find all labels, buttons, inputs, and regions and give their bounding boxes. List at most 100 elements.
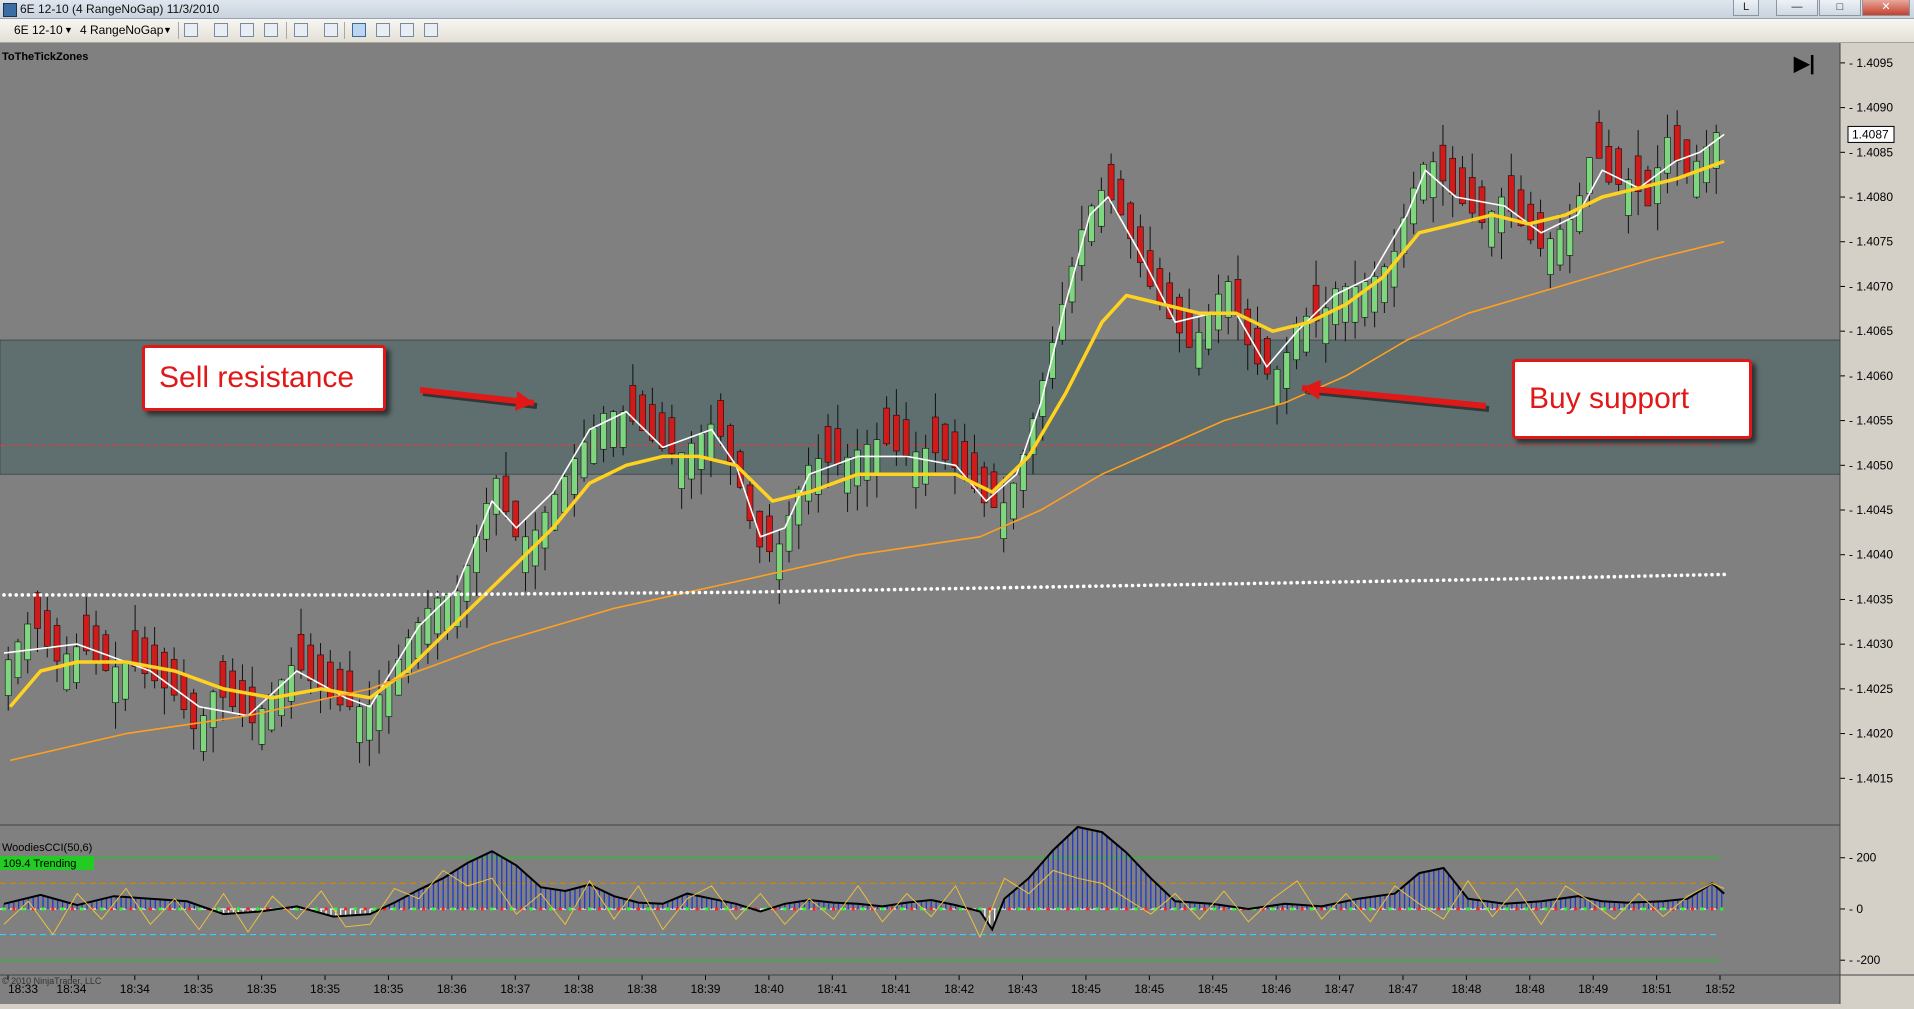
instrument-selector[interactable]: 6E 12-10 [14, 22, 63, 38]
candle-up [122, 663, 129, 700]
candle-down [932, 416, 939, 454]
cci-zero-marker [1017, 907, 1021, 911]
long-ma-dot [648, 591, 653, 595]
cci-zero-marker [734, 907, 738, 911]
long-ma-dot [1417, 578, 1421, 583]
long-ma-dot [331, 593, 336, 597]
cci-zero-marker [226, 907, 230, 911]
long-ma-dot [575, 591, 580, 596]
cci-zero-marker [1202, 907, 1206, 911]
minimize-button[interactable]: — [1776, 0, 1818, 16]
candle-up [1205, 312, 1212, 350]
cci-zero-marker [490, 907, 494, 911]
long-ma-dot [679, 590, 683, 595]
long-ma-dot [972, 586, 976, 591]
playback-icon[interactable]: ▶| [1793, 53, 1815, 75]
properties-icon[interactable] [424, 23, 438, 37]
long-ma-dot [179, 593, 183, 597]
long-ma-dot [1411, 578, 1415, 583]
candle-up [1010, 482, 1017, 520]
time-tick-label: 18:46 [1261, 982, 1291, 996]
candle-up [73, 646, 80, 683]
cci-zero-marker [832, 907, 836, 911]
candle-up [4, 659, 12, 696]
long-ma-dot [404, 592, 409, 597]
drawing-tools-icon[interactable] [214, 23, 228, 37]
long-ma-dot [892, 587, 897, 592]
candle-down [746, 484, 754, 522]
candle-up [1351, 286, 1359, 323]
long-ma-dot [1081, 584, 1086, 589]
long-ma-dot [81, 593, 86, 597]
long-ma-dot [1020, 585, 1025, 590]
price-tick-label: - 1.4085 [1849, 145, 1893, 159]
strategies-icon[interactable] [400, 23, 414, 37]
price-tick-label: - 1.4080 [1849, 190, 1893, 204]
long-ma-dot [685, 590, 689, 595]
data-box-icon[interactable] [352, 23, 366, 37]
chart-canvas[interactable]: - 1.4095 - 1.4090 - 1.4085 - 1.4080 - 1.4075… [0, 43, 1914, 1004]
cci-zero-marker [431, 907, 435, 911]
chart-area[interactable]: - 1.4095 - 1.4090 - 1.4085 - 1.4080 - 1.4075… [0, 43, 1914, 1004]
long-ma-dot [642, 591, 647, 595]
cci-zero-marker [1710, 907, 1714, 911]
candle-down [668, 417, 676, 454]
candle-down [346, 670, 354, 708]
instrument-dropdown-icon[interactable]: ▼ [64, 22, 73, 38]
long-ma-dot [1423, 578, 1428, 583]
long-ma-dot [112, 593, 116, 597]
price-tick-label: - 1.4035 [1849, 592, 1893, 606]
indicators-icon[interactable] [376, 23, 390, 37]
cci-zero-marker [1320, 907, 1324, 911]
cci-zero-marker [1690, 907, 1694, 911]
long-ma-dot [1283, 581, 1287, 585]
cci-zero-marker [1066, 907, 1070, 911]
long-ma-dot [221, 593, 226, 597]
cci-zero-marker [295, 907, 299, 911]
candle-up [619, 411, 627, 448]
time-tick-label: 18:52 [1705, 982, 1735, 996]
long-ma-dot [160, 593, 165, 597]
candle-down [34, 592, 41, 629]
bar-type-icon[interactable] [184, 23, 198, 37]
long-ma-dot [1545, 576, 1550, 580]
zoom-icon[interactable] [324, 23, 338, 37]
period-selector[interactable]: 4 RangeNoGap [80, 22, 163, 38]
cci-zero-marker [129, 907, 133, 911]
long-ma-dot [1216, 582, 1220, 586]
close-button[interactable]: ✕ [1862, 0, 1910, 16]
price-tick-label: - 1.4030 [1849, 637, 1893, 651]
cci-zero-marker [1456, 907, 1460, 911]
cci-zero-marker [1407, 907, 1411, 911]
candle-up [600, 413, 607, 450]
eraser-icon[interactable] [264, 23, 278, 37]
candle-up [1556, 228, 1564, 266]
crosshair-icon[interactable] [240, 23, 254, 37]
pointer-icon[interactable] [294, 23, 308, 37]
long-ma-dot [874, 588, 879, 592]
cci-zero-marker [1720, 907, 1724, 911]
long-ma-dot [508, 592, 513, 596]
cci-zero-marker [685, 907, 689, 911]
long-ma-dot [130, 593, 134, 597]
maximize-button[interactable]: □ [1819, 0, 1861, 16]
cci-zero-marker [1085, 907, 1089, 911]
link-button[interactable]: L [1733, 0, 1759, 16]
long-ma-dot [1075, 584, 1080, 589]
period-dropdown-icon[interactable]: ▼ [163, 22, 172, 38]
cci-zero-marker [22, 907, 26, 911]
long-ma-dot [697, 590, 702, 595]
long-ma-dot [349, 593, 354, 597]
cci-zero-marker [392, 907, 396, 911]
long-ma-dot [227, 593, 232, 597]
long-ma-dot [337, 593, 342, 597]
copyright-text: © 2010 NinjaTrader, LLC [2, 976, 102, 986]
long-ma-dot [1691, 573, 1696, 577]
long-ma-dot [453, 592, 458, 597]
long-ma-dot [215, 593, 220, 597]
long-ma-dot [44, 593, 49, 597]
candle-up [356, 706, 363, 743]
last-price-label: 1.4087 [1852, 127, 1889, 141]
long-ma-dot [1667, 573, 1672, 578]
candle-up [375, 694, 383, 731]
